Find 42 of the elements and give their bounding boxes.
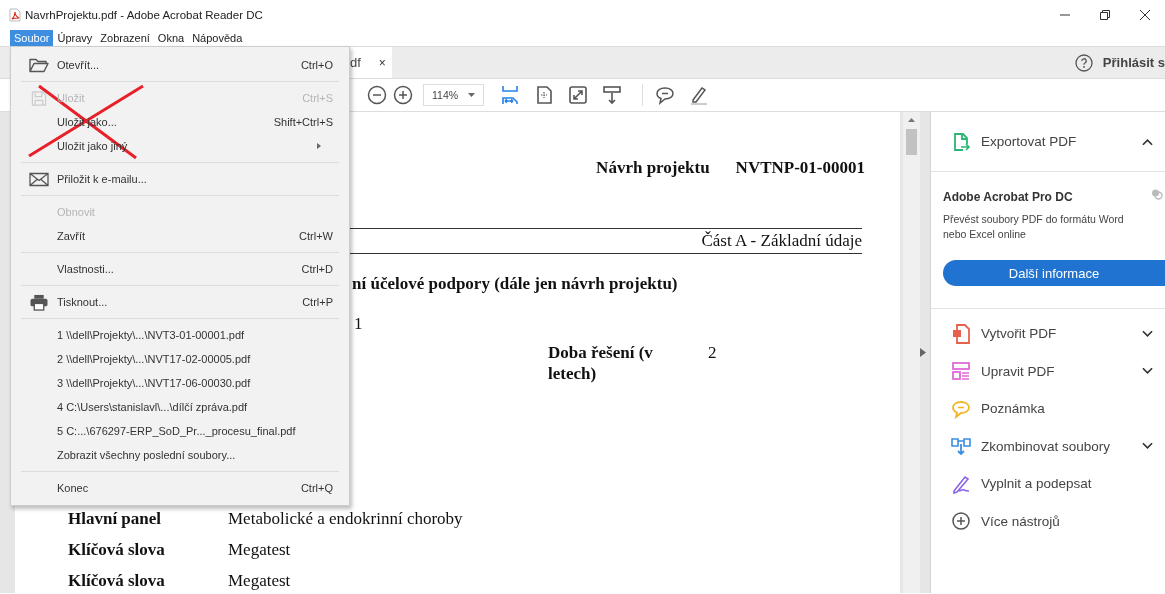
document-text: 1 <box>354 314 364 334</box>
field-value: Megatest <box>228 571 291 590</box>
window-title: NavrhProjektu.pdf - Adobe Acrobat Reader DC <box>25 9 263 21</box>
field-label: Klíčová slova <box>68 571 166 590</box>
menu-item[interactable]: Zavřít Ctrl+W <box>11 224 349 248</box>
menu-item[interactable]: Tisknout... Ctrl+P <box>11 290 349 314</box>
sign-in-link[interactable]: Přihlásit s <box>1102 55 1165 70</box>
document-title: Návrh projektu <box>596 158 710 178</box>
menu-item[interactable]: 5 C:...\676297-ERP_SoD_Pr..._procesu_final.pdf <box>11 419 349 443</box>
tab-close-button[interactable]: × <box>378 55 386 70</box>
more-info-button[interactable]: Další informace <box>943 260 1165 286</box>
menu-item[interactable]: Konec Ctrl+Q <box>11 476 349 500</box>
tool-item[interactable]: Upravit PDF <box>931 352 1165 390</box>
menu-item[interactable]: Přiložit k e-mailu... <box>11 167 349 191</box>
menu-item[interactable]: 3 \\dell\Projekty\...\NVT17-06-00030.pdf <box>11 371 349 395</box>
zoom-dropdown[interactable]: 114% <box>423 84 484 106</box>
menu-item[interactable]: Zobrazit všechny poslední soubory... <box>11 443 349 467</box>
menu-bar-item[interactable]: Okna <box>153 30 189 46</box>
document-heading: ní účelové podpory (dále jen návrh projektu) <box>352 274 679 294</box>
menu-bar-item[interactable]: Zobrazení <box>96 30 154 46</box>
menu-item[interactable]: Vlastnosti... Ctrl+D <box>11 257 349 281</box>
field-label: Doba řešení (v letech) <box>548 342 654 384</box>
menu-bar-item[interactable]: Úpravy <box>53 30 97 46</box>
menu-item[interactable]: 2 \\dell\Projekty\...\NVT17-02-00005.pdf <box>11 347 349 371</box>
promo-text: Převést soubory PDF do formátu Word nebo Excel online <box>943 212 1125 242</box>
section-heading: Část A - Základní údaje <box>701 231 862 250</box>
menu-item[interactable]: 1 \\dell\Projekty\...\NVT3-01-00001.pdf <box>11 323 349 347</box>
menu-item[interactable]: 4 C:\Users\stanislavl\...\dílčí zpráva.pdf <box>11 395 349 419</box>
field-value: 2 <box>708 342 717 364</box>
field-value: Megatest <box>228 540 291 559</box>
document-code: NVTNP-01-00001 <box>735 158 865 178</box>
tool-item[interactable]: Poznámka <box>931 390 1165 428</box>
tool-item[interactable]: Vyplnit a podepsat <box>931 465 1165 503</box>
field-label: Hlavní panel <box>68 509 163 528</box>
field-label: Klíčová slova <box>68 540 166 559</box>
promo-title: Adobe Acrobat Pro DC <box>943 190 1073 204</box>
tool-item[interactable]: Zkombinovat soubory <box>931 427 1165 465</box>
tool-item[interactable]: Vytvořit PDF <box>931 315 1165 353</box>
field-value: Metabolické a endokrinní choroby <box>228 509 463 528</box>
tool-item[interactable]: Více nástrojů <box>931 502 1165 540</box>
menu-bar-item[interactable]: Nápověda <box>188 30 247 46</box>
export-pdf-header[interactable]: Exportovat PDF <box>931 112 1165 172</box>
